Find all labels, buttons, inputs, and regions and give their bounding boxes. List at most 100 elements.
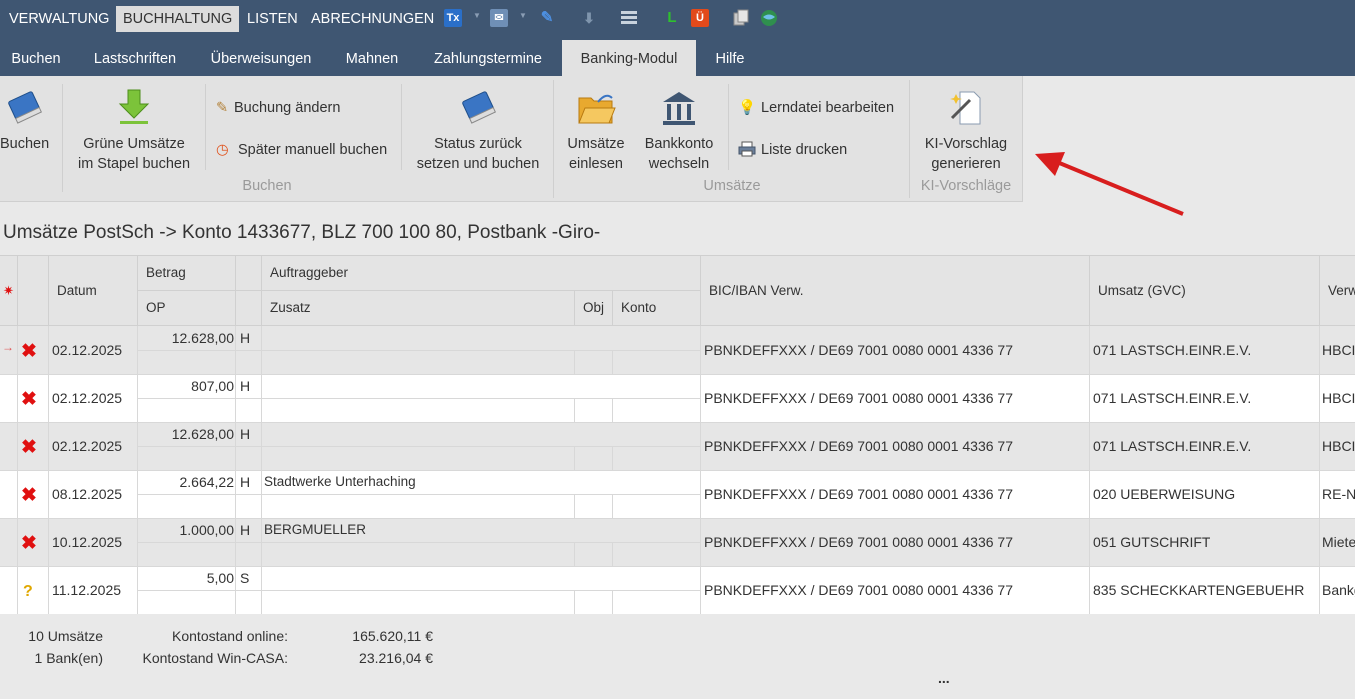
cell-hs: H [240,426,251,442]
tab-buchen[interactable]: Buchen [0,40,72,76]
cell-umsatz: 020 UEBERWEISUNG [1093,486,1236,502]
more-indicator[interactable]: ... [938,670,950,686]
header-verw[interactable]: Verw [1320,256,1355,326]
copy-icon[interactable] [732,9,750,27]
header-op[interactable]: OP [138,291,236,326]
pen-icon[interactable]: ✎ [538,9,556,27]
cell-hs: H [240,330,251,346]
tab-hilfe[interactable]: Hilfe [702,40,758,76]
cell-datum: 02.12.2025 [52,390,123,406]
gruene-umsaetze-label-2: im Stapel buchen [77,156,191,172]
chevron-down-icon[interactable]: ▼ [473,11,481,20]
tab-mahnen[interactable]: Mahnen [332,40,412,76]
cell-verw: RE-Nr [1322,486,1355,502]
cell-hs: H [240,474,251,490]
tab-lastschriften[interactable]: Lastschriften [80,40,190,76]
header-hs2[interactable] [236,291,262,326]
lerndatei-button[interactable]: 💡 Lerndatei bearbeiten [738,98,894,118]
current-row-arrow-icon: → [2,340,14,354]
grid-line [612,398,613,422]
header-datum[interactable]: Datum [49,256,138,326]
grid-line [138,542,701,543]
cell-bic: PBNKDEFFXXX / DE69 7001 0080 0001 4336 7… [704,342,1013,358]
cell-bic: PBNKDEFFXXX / DE69 7001 0080 0001 4336 7… [704,486,1013,502]
cell-auftraggeber: BERGMUELLER [264,522,367,537]
bankkonto-wechseln-label-1: Bankkonto [644,136,714,152]
umsaetze-einlesen-label-1: Umsätze [567,136,625,152]
ki-vorschlag-label-1: KI-Vorschlag [924,136,1008,152]
tx-icon[interactable]: Tx [444,9,462,27]
grid-line [138,446,701,447]
edit-pencil-icon: ✎ [216,100,229,116]
gruene-umsaetze-button[interactable]: Grüne Umsätze im Stapel buchen [70,88,198,174]
cell-betrag: 2.664,22 [179,474,235,490]
document-stack-icon[interactable] [620,9,638,27]
kontostand-online-value: 165.620,11 € [352,628,433,644]
ribbon-tabs: Buchen Lastschriften Überweisungen Mahne… [0,40,1355,76]
red-arrow-icon [1035,152,1184,216]
buchen-label: Buchen [0,136,50,152]
header-zusatz[interactable]: Zusatz [262,291,575,326]
header-konto[interactable]: Konto [613,291,701,326]
kontostand-wincasa-value: 23.216,04 € [359,650,433,666]
grid-line [574,494,575,518]
menu-listen[interactable]: LISTEN [247,6,298,32]
globe-icon[interactable] [760,9,778,27]
umsaetze-einlesen-button[interactable]: Umsätze einlesen [560,88,632,174]
header-auftraggeber[interactable]: Auftraggeber [262,256,701,291]
download-icon[interactable]: ⬇ [580,9,598,27]
cell-hs: S [240,570,250,586]
header-umsatz[interactable]: Umsatz (GVC) [1090,256,1320,326]
cell-datum: 11.12.2025 [52,582,122,598]
header-bic[interactable]: BIC/IBAN Verw. [701,256,1090,326]
status-zurueck-button[interactable]: Status zurück setzen und buchen [410,88,546,174]
menu-verwaltung[interactable]: VERWALTUNG [9,6,109,32]
menu-abrechnungen[interactable]: ABRECHNUNGEN [311,6,434,32]
grid-line [574,542,575,566]
chevron-down-icon[interactable]: ▼ [519,11,527,20]
separator [553,80,554,198]
tab-zahlungstermine[interactable]: Zahlungstermine [420,40,556,76]
cell-bic: PBNKDEFFXXX / DE69 7001 0080 0001 4336 7… [704,582,1013,598]
cell-betrag: 12.628,00 [171,330,234,346]
transactions-table: ✷ Datum Betrag Auftraggeber OP Zusatz Ob… [0,255,1355,614]
grid-line [0,374,1355,375]
l-icon[interactable]: L [663,9,681,27]
spaeter-buchen-label: Später manuell buchen [238,142,388,158]
grid-line [612,494,613,518]
grid-line [138,590,701,591]
tab-ueberweisungen[interactable]: Überweisungen [198,40,324,76]
cell-verw: Miete [1322,534,1355,550]
cell-umsatz: 835 SCHECKKARTENGEBUEHR [1093,582,1305,598]
liste-drucken-button[interactable]: Liste drucken [738,140,847,160]
folder-open-icon [578,94,616,124]
tab-banking-modul[interactable]: Banking-Modul [562,40,696,76]
buchen-button[interactable]: Buchen [0,88,50,154]
cell-verw: HBCI- [1322,438,1355,454]
clock-icon: ◷ [216,142,229,158]
new-marker-header[interactable]: ✷ [0,256,18,326]
header-obj[interactable]: Obj [575,291,613,326]
book-icon [8,91,43,124]
status-header[interactable] [18,256,49,326]
u-icon[interactable]: Ü [691,9,709,27]
grid-line [612,542,613,566]
separator [205,84,206,170]
mail-icon[interactable]: ✉ [490,9,508,27]
cell-hs: H [240,378,251,394]
grid-line [0,470,1355,471]
cell-bic: PBNKDEFFXXX / DE69 7001 0080 0001 4336 7… [704,390,1013,406]
ki-vorschlag-button[interactable]: KI-Vorschlag generieren [916,88,1016,174]
separator [62,84,63,192]
bankkonto-wechseln-label-2: wechseln [648,156,710,172]
menu-buchhaltung[interactable]: BUCHHALTUNG [116,6,240,32]
error-x-icon: ✖ [21,341,37,362]
bankkonto-wechseln-button[interactable]: Bankkonto wechseln [638,88,720,174]
buchung-aendern-button[interactable]: ✎ Buchung ändern [216,98,340,118]
grid-line [0,566,1355,567]
header-hs[interactable] [236,256,262,291]
spaeter-buchen-button[interactable]: ◷ Später manuell buchen [216,140,387,160]
header-betrag[interactable]: Betrag [138,256,236,291]
grid-line [0,518,1355,519]
grid-line [612,590,613,614]
